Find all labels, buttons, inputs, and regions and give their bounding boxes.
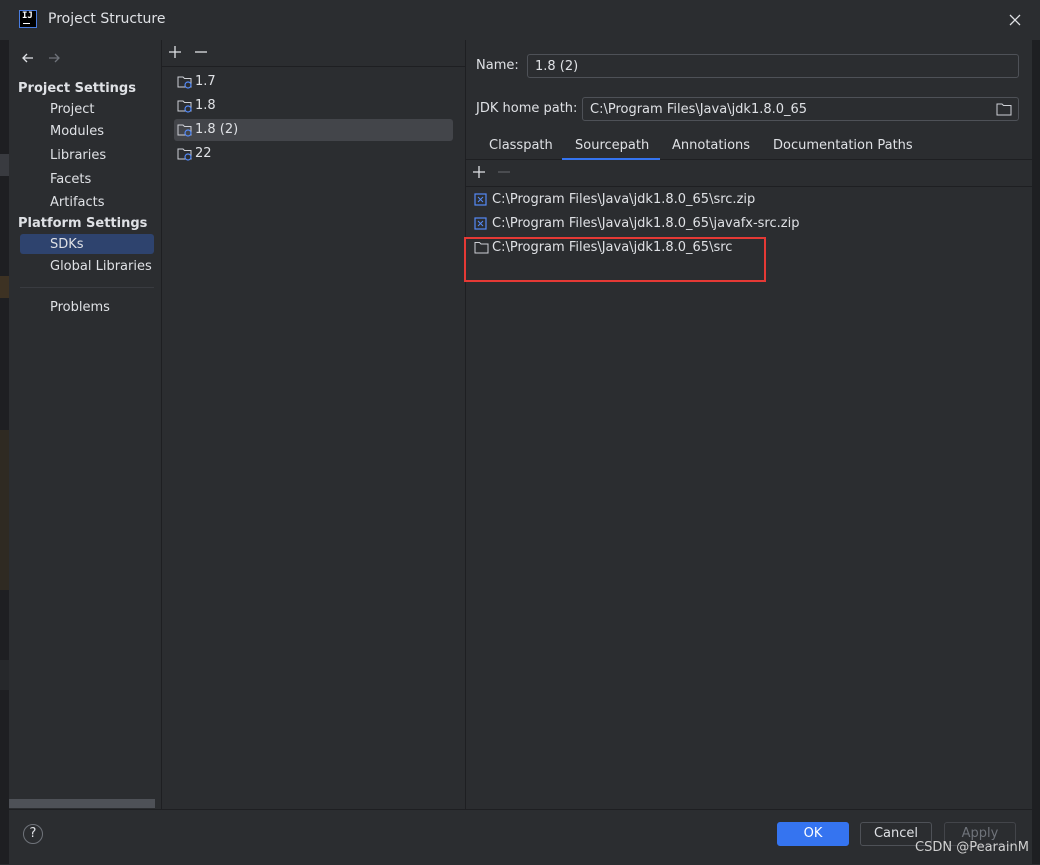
name-field[interactable]: 1.8 (2) xyxy=(527,54,1019,78)
sdk-list-panel: 1.7 1.8 1.8 (2) 22 xyxy=(162,40,466,809)
settings-nav: Project Settings Project Modules Librari… xyxy=(9,40,162,809)
nav-item-facets[interactable]: Facets xyxy=(50,172,91,187)
background-ide-strip xyxy=(0,40,9,864)
sdk-item[interactable]: 1.7 xyxy=(174,71,453,93)
tab-documentation-paths[interactable]: Documentation Paths xyxy=(765,134,915,159)
remove-path-icon[interactable] xyxy=(496,164,512,180)
nav-item-problems[interactable]: Problems xyxy=(50,300,110,315)
nav-item-sdks[interactable]: SDKs xyxy=(50,237,84,252)
jdk-home-label: JDK home path: xyxy=(476,101,578,116)
window-title: Project Structure xyxy=(48,11,166,27)
nav-item-global-libraries[interactable]: Global Libraries xyxy=(50,259,152,274)
add-path-icon[interactable] xyxy=(471,164,487,180)
name-label: Name: xyxy=(476,58,519,73)
jdk-home-field[interactable]: C:\Program Files\Java\jdk1.8.0_65 xyxy=(582,97,1019,121)
sdk-folder-icon xyxy=(177,147,193,165)
project-settings-header: Project Settings xyxy=(18,81,136,96)
sdk-toolbar xyxy=(162,40,465,67)
sdk-item[interactable]: 1.8 xyxy=(174,95,453,117)
sourcepath-toolbar xyxy=(466,160,1032,187)
nav-item-artifacts[interactable]: Artifacts xyxy=(50,195,105,210)
nav-selection-highlight xyxy=(20,234,154,254)
nav-item-project[interactable]: Project xyxy=(50,102,94,117)
ok-button[interactable]: OK xyxy=(777,822,849,846)
platform-settings-header: Platform Settings xyxy=(18,216,148,231)
browse-folder-icon[interactable] xyxy=(996,102,1012,120)
tab-annotations[interactable]: Annotations xyxy=(664,134,756,159)
nav-scrollbar[interactable] xyxy=(9,799,155,808)
forward-arrow-icon[interactable] xyxy=(46,50,62,66)
title-bar: IJ Project Structure xyxy=(0,0,1040,40)
sourcepath-item[interactable]: C:\Program Files\Java\jdk1.8.0_65\src.zi… xyxy=(474,189,1014,211)
sdk-folder-icon xyxy=(177,75,193,93)
sdk-detail-panel: Name: 1.8 (2) JDK home path: C:\Program … xyxy=(466,40,1032,809)
sdk-tabs: Classpath Sourcepath Annotations Documen… xyxy=(466,134,1032,160)
sourcepath-item[interactable]: C:\Program Files\Java\jdk1.8.0_65\javafx… xyxy=(474,213,1014,235)
highlight-annotation-box xyxy=(464,237,766,282)
dialog-footer: ? OK Cancel Apply xyxy=(9,809,1032,865)
nav-item-modules[interactable]: Modules xyxy=(50,124,104,139)
close-icon[interactable] xyxy=(1003,8,1027,32)
help-button[interactable]: ? xyxy=(23,824,43,844)
tab-classpath[interactable]: Classpath xyxy=(481,134,557,159)
watermark-text: CSDN @PearainM xyxy=(915,840,1029,855)
nav-divider xyxy=(20,287,154,288)
intellij-logo-icon: IJ xyxy=(19,10,37,28)
sdk-item-selected[interactable]: 1.8 (2) xyxy=(174,119,453,141)
tab-sourcepath[interactable]: Sourcepath xyxy=(562,134,660,160)
sdk-folder-icon xyxy=(177,99,193,117)
nav-item-libraries[interactable]: Libraries xyxy=(50,148,106,163)
archive-icon xyxy=(474,193,487,210)
add-icon[interactable] xyxy=(167,44,183,60)
archive-icon xyxy=(474,217,487,234)
sdk-folder-icon xyxy=(177,123,193,141)
remove-icon[interactable] xyxy=(193,44,209,60)
back-arrow-icon[interactable] xyxy=(20,50,36,66)
background-ide-strip-right xyxy=(1032,40,1040,864)
sdk-item[interactable]: 22 xyxy=(174,143,453,165)
